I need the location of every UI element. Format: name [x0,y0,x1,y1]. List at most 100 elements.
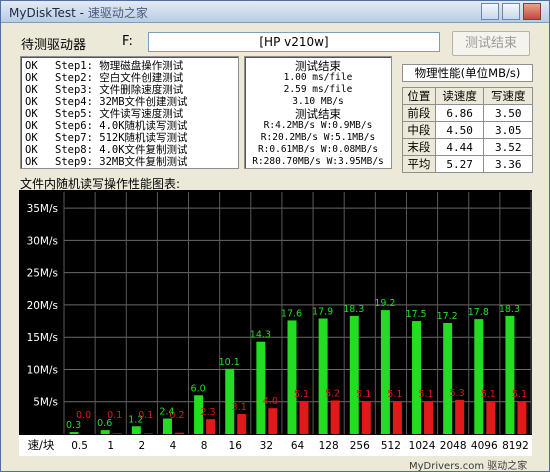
y-tick-label: 20M/s [27,300,58,312]
data-label-write: 2.3 [201,407,216,418]
step-label: Step8: 4.0K文件复制测试 [55,144,188,156]
data-label-write: 3.1 [232,402,247,413]
bar-read [131,426,141,434]
data-label-write: 5.1 [294,389,309,400]
data-label-read: 10.1 [219,357,240,368]
data-label-write: 5.1 [418,389,433,400]
bar-read [443,323,453,434]
random-rw-chart: 5M/s 10M/s 15M/s 20M/s 25M/s 30M/s 35M/s 0.3 0.0… [19,190,532,456]
perf-write: 3.05 [483,121,533,139]
bar-read [505,315,515,434]
y-tick-label: 15M/s [27,332,58,344]
perf-read: 6.86 [434,104,485,122]
data-label-read: 17.6 [281,308,302,319]
data-label-write: 0.1 [107,410,122,421]
bar-write [237,413,247,434]
result-value: R:20.2MB/s W:5.1MB/s [260,132,376,143]
x-tick-label: 2048 [440,440,467,452]
maximize-button[interactable] [502,3,520,20]
bar-write [392,401,402,434]
y-tick-label: 5M/s [33,397,58,409]
x-tick-label: 4096 [471,440,498,452]
step-label: Step1: 物理磁盘操作测试 [55,60,184,72]
test-results-list: 测试结束 1.00 ms/file 2.59 ms/file 3.10 MB/s 测试结… [244,56,392,169]
x-tick-label: 8192 [502,440,529,452]
data-label-write: 5.1 [512,389,527,400]
title-bar[interactable]: MyDiskTest - 速驱动之家 [1,1,549,23]
data-label-read: 0.3 [66,420,81,431]
bar-write [206,419,216,434]
perf-pos: 平均 [402,155,436,173]
step-label: Step5: 文件读写速度测试 [55,108,184,120]
x-tick-label: 1024 [409,440,436,452]
step-status: OK [25,84,38,96]
bar-read [287,320,297,434]
drive-letter[interactable]: F: [122,34,133,49]
perf-read: 5.27 [434,155,485,173]
x-tick-label: 32 [260,440,273,452]
step-status: OK [25,120,38,132]
x-tick-label: 256 [350,440,370,452]
bar-read [318,318,328,434]
data-label-write: 5.1 [356,389,371,400]
x-tick-label: 2 [138,440,145,452]
step-status: OK [25,96,38,108]
x-tick-label: 64 [291,440,305,452]
bar-read [256,341,266,434]
step-label: Step2: 空白文件创建测试 [55,72,184,84]
result-heading: 测试结束 [295,59,341,73]
y-tick-label: 10M/s [27,364,58,376]
bar-write [174,432,184,434]
data-label-read: 17.8 [468,307,489,318]
step-label: Step3: 文件删除速度测试 [55,84,184,96]
step-status: OK [25,108,38,120]
x-tick-label: 128 [319,440,339,452]
data-label-read: 18.3 [499,304,520,315]
bar-write [143,433,153,434]
perf-write: 3.36 [483,155,533,173]
x-tick-label: 0.5 [71,440,88,452]
data-label-read: 17.9 [312,306,333,317]
data-label-read: 19.2 [374,298,395,309]
data-label-write: 4.0 [263,396,278,407]
step-status: OK [25,156,38,168]
result-value: 1.00 ms/file [283,72,353,83]
bar-write [299,401,309,434]
step-status: OK [25,60,38,72]
perf-header: 读速度 [434,87,485,105]
perf-row: 中段 4.50 3.05 [402,121,533,139]
end-test-button[interactable]: 测试结束 [452,31,530,56]
perf-read: 4.50 [434,121,485,139]
step-status: OK [25,144,38,156]
y-tick-label: 35M/s [27,203,58,215]
data-label-read: 18.3 [343,304,364,315]
drive-label: 待测驱动器 [21,38,87,53]
minimize-button[interactable] [481,3,499,20]
close-button[interactable] [523,3,541,20]
y-tick-label: 30M/s [27,235,58,247]
data-label-write: 0.0 [76,410,91,421]
x-tick-label: 16 [229,440,243,452]
data-label-read: 6.0 [191,383,206,394]
result-value: 2.59 ms/file [283,84,353,95]
perf-header: 位置 [402,87,436,105]
chart-svg: 5M/s 10M/s 15M/s 20M/s 25M/s 30M/s 35M/s 0.30.0… [19,192,532,456]
data-label-read: 17.2 [437,311,458,322]
bar-write [330,400,340,434]
y-tick-label: 25M/s [27,268,58,280]
physical-performance-table: 位置 读速度 写速度 前段 6.86 3.50 中段 4.50 3.05 末段 4.44 3.52 平均… [402,87,533,173]
x-tick-label: 4 [170,440,177,452]
result-value: R:0.61MB/s W:0.08MB/s [257,144,379,155]
perf-pos: 末段 [402,138,436,156]
x-tick-label: 8 [201,440,208,452]
result-value: R:4.2MB/s W:0.9MB/s [263,120,373,131]
bar-write [268,408,278,434]
data-label-write: 5.1 [481,389,496,400]
bar-read [412,321,422,434]
bar-read [69,432,79,434]
step-status: OK [25,72,38,84]
perf-row: 平均 5.27 3.36 [402,155,533,173]
data-label-write: 0.2 [169,410,184,421]
data-label-read: 17.5 [405,309,426,320]
data-label-write: 5.1 [387,389,402,400]
